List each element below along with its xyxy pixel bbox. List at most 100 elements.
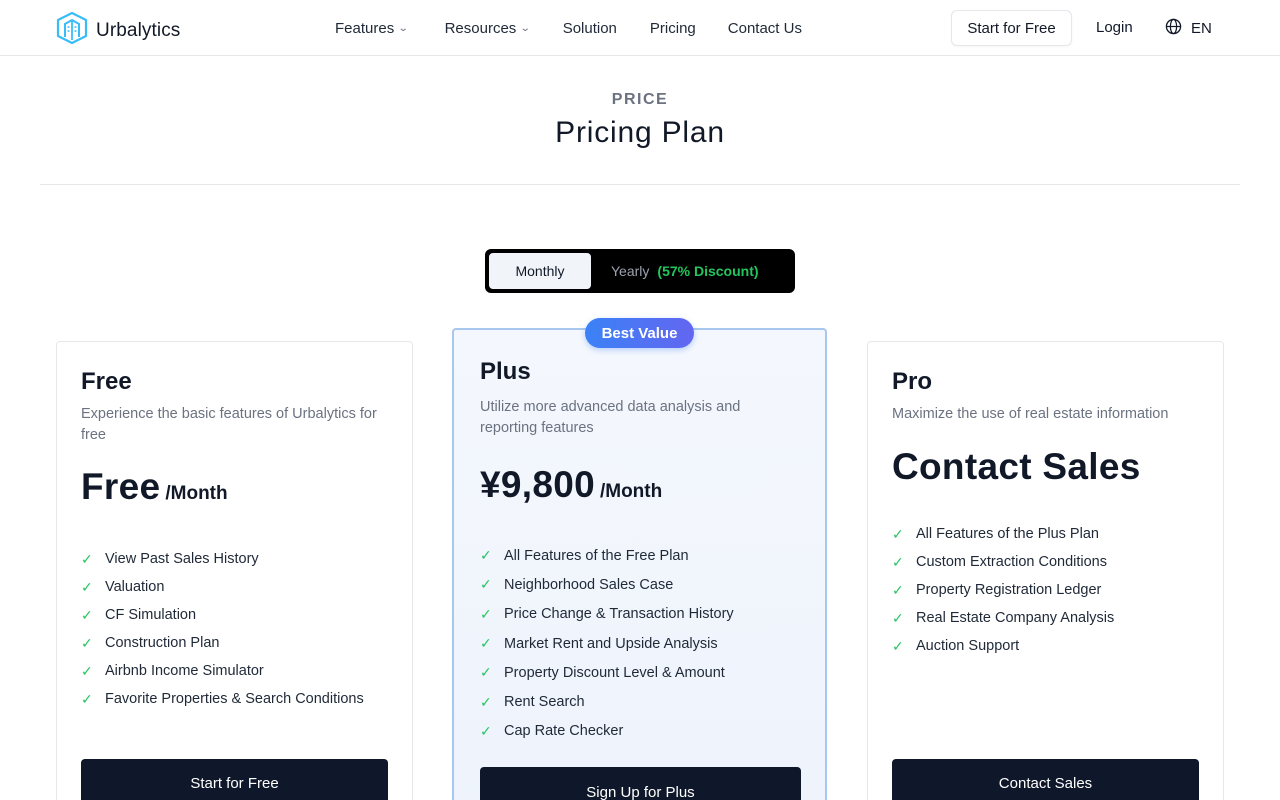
start-free-header-button[interactable]: Start for Free xyxy=(951,10,1072,46)
feature-label: Market Rent and Upside Analysis xyxy=(504,635,718,652)
plan-description: Experience the basic features of Urbalyt… xyxy=(81,406,377,443)
chevron-down-icon: ⌄ xyxy=(397,22,409,34)
check-icon: ✓ xyxy=(892,581,904,598)
yearly-label: Yearly xyxy=(611,263,650,279)
check-icon: ✓ xyxy=(81,662,93,679)
check-icon: ✓ xyxy=(480,693,492,710)
feature-label: Construction Plan xyxy=(105,635,220,651)
feature-list: ✓ View Past Sales History ✓ Valuation ✓ CF … xyxy=(81,545,364,713)
feature-label: Property Discount Level & Amount xyxy=(504,664,725,681)
plan-name: Pro xyxy=(892,368,933,395)
check-icon: ✓ xyxy=(480,605,492,622)
check-icon: ✓ xyxy=(81,578,93,595)
feature-item: ✓ Property Registration Ledger xyxy=(892,576,1114,604)
plan-card-free: Free Experience the basic features of Ur… xyxy=(56,341,413,800)
plan-price: Free /Month xyxy=(81,466,228,508)
feature-item: ✓ Rent Search xyxy=(480,687,734,716)
globe-icon xyxy=(1165,18,1182,39)
check-icon: ✓ xyxy=(81,690,93,707)
nav-item-solution[interactable]: Solution xyxy=(563,20,617,37)
check-icon: ✓ xyxy=(81,550,93,567)
check-icon: ✓ xyxy=(81,634,93,651)
yearly-discount-label: (57% Discount) xyxy=(657,263,759,279)
check-icon: ✓ xyxy=(480,664,492,681)
sign-up-plus-button[interactable]: Sign Up for Plus xyxy=(480,767,801,800)
language-code: EN xyxy=(1191,20,1212,37)
nav-item-resources[interactable]: Resources ⌄ xyxy=(444,19,531,37)
language-selector[interactable]: EN xyxy=(1165,18,1212,39)
check-icon: ✓ xyxy=(81,606,93,623)
price-amount: Free xyxy=(81,466,161,507)
feature-item: ✓ Neighborhood Sales Case xyxy=(480,570,734,599)
monthly-option[interactable]: Monthly xyxy=(489,253,591,289)
plan-card-pro: Pro Maximize the use of real estate info… xyxy=(867,341,1224,800)
nav-item-contact-us[interactable]: Contact Us xyxy=(728,20,802,37)
feature-label: Custom Extraction Conditions xyxy=(916,554,1107,570)
feature-item: ✓ Favorite Properties & Search Conditions xyxy=(81,685,364,713)
feature-label: Real Estate Company Analysis xyxy=(916,610,1115,626)
section-divider xyxy=(40,184,1240,185)
price-unit: /Month xyxy=(165,483,228,504)
nav-item-label: Resources xyxy=(444,19,517,37)
yearly-option[interactable]: Yearly (57% Discount) xyxy=(611,249,759,293)
feature-label: Property Registration Ledger xyxy=(916,582,1102,598)
feature-item: ✓ Construction Plan xyxy=(81,629,364,657)
feature-item: ✓ Price Change & Transaction History xyxy=(480,600,734,629)
nav-item-label: Solution xyxy=(562,19,617,37)
feature-label: CF Simulation xyxy=(105,607,197,623)
feature-item: ✓ Cap Rate Checker xyxy=(480,717,734,746)
feature-item: ✓ View Past Sales History xyxy=(81,545,364,573)
page-title: Pricing Plan xyxy=(555,116,725,149)
chevron-down-icon: ⌄ xyxy=(520,22,531,34)
feature-item: ✓ Market Rent and Upside Analysis xyxy=(480,629,734,658)
feature-label: Airbnb Income Simulator xyxy=(105,663,264,679)
plan-price: Contact Sales xyxy=(892,446,1141,488)
feature-label: View Past Sales History xyxy=(105,551,259,567)
feature-label: All Features of the Free Plan xyxy=(504,547,689,564)
feature-item: ✓ Property Discount Level & Amount xyxy=(480,658,734,687)
feature-item: ✓ Airbnb Income Simulator xyxy=(81,657,364,685)
brand-name: Urbalytics xyxy=(96,19,181,41)
check-icon: ✓ xyxy=(892,553,904,570)
price-amount: ¥9,800 xyxy=(480,464,595,505)
plan-description: Utilize more advanced data analysis and … xyxy=(480,399,741,436)
brand-logo[interactable]: Urbalytics xyxy=(56,11,180,50)
check-icon: ✓ xyxy=(892,609,904,626)
start-free-button[interactable]: Start for Free xyxy=(81,759,388,800)
plan-name: Plus xyxy=(480,358,531,385)
section-eyebrow: PRICE xyxy=(611,91,669,108)
feature-item: ✓ CF Simulation xyxy=(81,601,364,629)
check-icon: ✓ xyxy=(480,547,492,564)
feature-item: ✓ Valuation xyxy=(81,573,364,601)
feature-item: ✓ All Features of the Free Plan xyxy=(480,541,734,570)
feature-item: ✓ Custom Extraction Conditions xyxy=(892,548,1114,576)
best-value-badge: Best Value xyxy=(585,318,694,348)
plan-price: ¥9,800 /Month xyxy=(480,464,662,506)
feature-label: Auction Support xyxy=(916,638,1020,654)
plan-card-plus: Plus Utilize more advanced data analysis… xyxy=(452,328,827,800)
check-icon: ✓ xyxy=(892,525,904,542)
billing-period-toggle: Monthly Yearly (57% Discount) xyxy=(485,249,795,293)
check-icon: ✓ xyxy=(480,576,492,593)
feature-label: Valuation xyxy=(105,579,165,595)
feature-label: Cap Rate Checker xyxy=(504,723,624,740)
feature-label: All Features of the Plus Plan xyxy=(916,526,1099,542)
nav-item-label: Pricing xyxy=(649,19,696,37)
plan-name: Free xyxy=(81,368,132,395)
check-icon: ✓ xyxy=(480,635,492,652)
site-header: Urbalytics Features ⌄ Resources ⌄ Soluti… xyxy=(0,0,1280,56)
nav-item-label: Contact Us xyxy=(727,19,802,37)
check-icon: ✓ xyxy=(892,637,904,654)
feature-label: Favorite Properties & Search Conditions xyxy=(105,691,364,707)
price-unit: /Month xyxy=(599,481,663,502)
nav-item-features[interactable]: Features ⌄ xyxy=(335,20,409,37)
login-link[interactable]: Login xyxy=(1096,19,1133,36)
price-amount: Contact Sales xyxy=(892,446,1141,487)
feature-item: ✓ Real Estate Company Analysis xyxy=(892,604,1114,632)
contact-sales-button[interactable]: Contact Sales xyxy=(892,759,1199,800)
building-logo-icon xyxy=(56,11,88,50)
feature-list: ✓ All Features of the Free Plan ✓ Neighbor… xyxy=(480,541,734,746)
plan-description: Maximize the use of real estate informat… xyxy=(892,406,1169,422)
check-icon: ✓ xyxy=(480,722,492,739)
nav-item-pricing[interactable]: Pricing xyxy=(650,20,696,37)
